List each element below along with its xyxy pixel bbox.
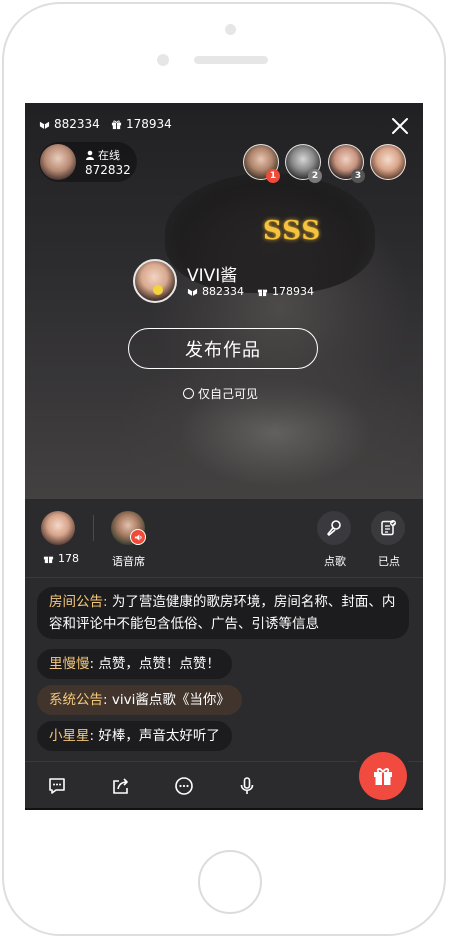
chat-sender: 里慢慢 [49, 656, 90, 672]
rank-avatar-3[interactable]: 3 [328, 144, 365, 183]
home-button[interactable] [198, 850, 262, 914]
host-gifts-count: 178934 [272, 285, 314, 298]
rank-badge-3: 3 [351, 169, 365, 183]
rank-avatar-2[interactable]: 2 [285, 144, 322, 183]
comment-button[interactable] [45, 774, 69, 798]
host-name: VIVI酱 [187, 266, 238, 286]
host-gifts: 178934 [257, 285, 314, 298]
gift-box-icon [374, 768, 392, 785]
send-gift-button[interactable] [359, 752, 407, 800]
chat-separator: : [103, 594, 112, 610]
private-option[interactable]: 仅自己可见 [183, 385, 258, 402]
header-gifts: 178934 [111, 117, 172, 131]
microphone-icon [327, 520, 341, 536]
chat-message-announcement: 房间公告: 为了营造健康的歌房环境，房间名称、封面、内容和评论中不能包含低俗、广… [37, 587, 409, 639]
rank-avatar-1[interactable]: 1 [243, 144, 280, 183]
chat-text: 好棒，声音太好听了 [98, 728, 220, 744]
gift-icon [257, 289, 268, 297]
likes-icon [187, 288, 198, 297]
host-likes: 882334 [187, 285, 244, 298]
checklist-icon [381, 520, 396, 536]
chat-separator: : [103, 692, 112, 708]
request-song-button[interactable] [317, 511, 351, 545]
online-label: 在线 [85, 147, 120, 163]
likes-icon [39, 121, 50, 129]
more-icon [175, 777, 193, 795]
requested-button[interactable] [371, 511, 405, 545]
seat-panel: 178 语音席 点歌 已点 [25, 499, 423, 578]
chat-sender: 小星星 [49, 728, 90, 744]
chat-message: 里慢慢: 点赞，点赞！点赞！ [37, 649, 232, 679]
user-icon [86, 150, 94, 160]
chat-message: 小星星: 好棒，声音太好听了 [37, 721, 232, 751]
online-viewers[interactable]: 在线 872832 [39, 142, 137, 182]
rank-badge-1: 1 [266, 169, 280, 183]
chat-message-system: 系统公告: vivi酱点歌《当你》 [37, 685, 242, 715]
rank-avatar-4[interactable] [370, 144, 406, 180]
radio-icon[interactable] [183, 388, 194, 399]
more-button[interactable] [172, 774, 196, 798]
lollipop-icon [153, 285, 163, 295]
chat-text: 点赞，点赞！点赞！ [98, 656, 220, 672]
chat-sender: 系统公告 [49, 692, 103, 708]
divider [93, 515, 94, 541]
header-likes: 882334 [39, 117, 100, 131]
chat-list: 房间公告: 为了营造健康的歌房环境，房间名称、封面、内容和评论中不能包含低俗、广… [25, 579, 423, 759]
chat-text: vivi酱点歌《当你》 [111, 692, 230, 708]
private-option-label: 仅自己可见 [198, 387, 259, 401]
rank-badge-2: 2 [308, 169, 322, 183]
header-gifts-count: 178934 [126, 117, 172, 131]
phone-camera [225, 24, 236, 35]
comment-icon [49, 778, 65, 794]
screen-bottom-edge [25, 808, 423, 810]
seat-gift-count: 178 [58, 552, 79, 565]
sss-effect: SSS [263, 216, 322, 246]
host-seat-avatar[interactable] [41, 511, 75, 545]
close-icon[interactable] [389, 115, 411, 137]
phone-sensor [157, 54, 169, 66]
gift-icon [43, 556, 54, 564]
phone-speaker [194, 56, 268, 64]
voice-icon [130, 529, 146, 545]
share-icon [113, 778, 128, 794]
share-button[interactable] [109, 774, 133, 798]
online-label-text: 在线 [98, 149, 120, 162]
host-avatar[interactable] [133, 259, 177, 303]
request-song-label: 点歌 [324, 555, 346, 568]
voice-input-button[interactable] [235, 774, 259, 798]
online-count: 872832 [85, 163, 131, 177]
gift-icon [111, 119, 122, 129]
live-room-screen: 882334 178934 在线 872832 1 2 3 SSS VIVI酱 … [25, 103, 423, 810]
seat-gift: 178 [43, 552, 79, 565]
avatar [40, 144, 76, 180]
header-likes-count: 882334 [54, 117, 100, 131]
voice-seat-label: 语音席 [112, 555, 145, 568]
host-likes-count: 882334 [202, 285, 244, 298]
publish-button[interactable]: 发布作品 [128, 328, 318, 369]
requested-label: 已点 [378, 555, 400, 568]
microphone-icon [240, 777, 254, 794]
chat-sender: 房间公告 [49, 594, 103, 610]
